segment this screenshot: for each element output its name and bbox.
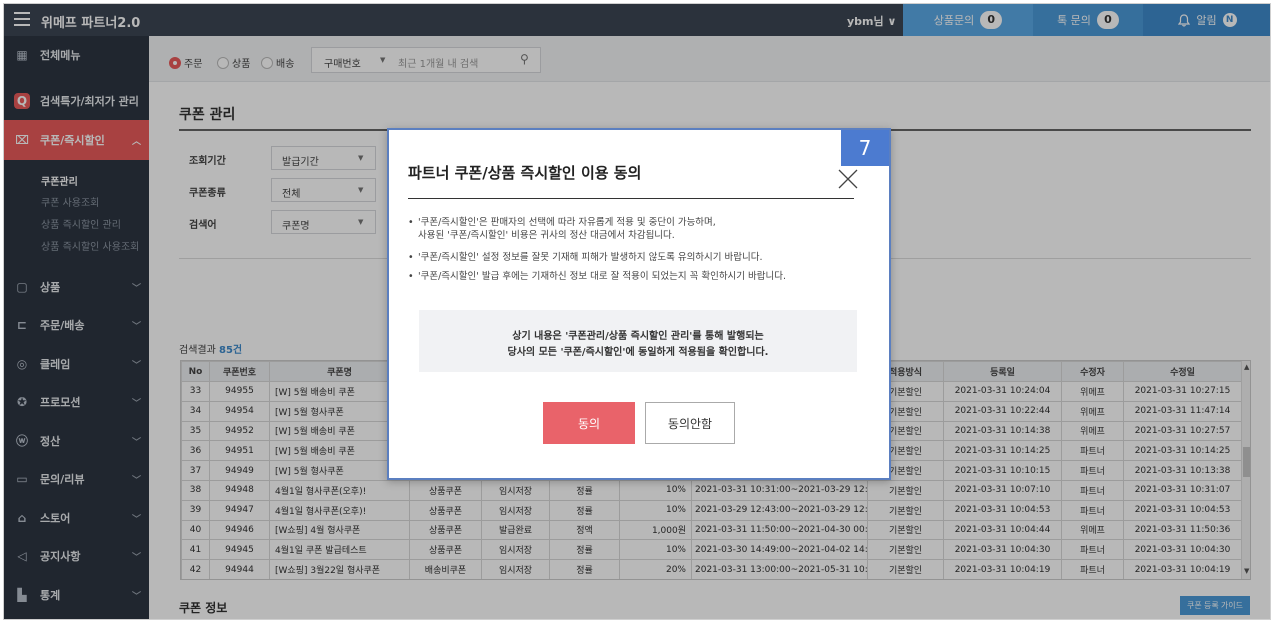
modal-divider: [408, 198, 854, 199]
bullet-text: '쿠폰/즉시할인' 설정 정보를 잘못 기재해 피해가 발생하지 않도록 유의하…: [418, 252, 763, 263]
agree-button[interactable]: 동의: [543, 402, 635, 444]
disagree-button[interactable]: 동의안함: [645, 402, 735, 444]
confirmation-line: 상기 내용은 '쿠폰관리/상품 즉시할인 관리'를 통해 발행되는: [512, 331, 764, 342]
step-badge: 7: [841, 130, 889, 166]
bullet-text: '쿠폰/즉시할인'은 판매자의 선택에 따라 자유롭게 적용 및 중단이 가능하…: [418, 217, 716, 228]
app-frame: 위메프 파트너2.0 ybm님 ∨ 상품문의 0 톡 문의 0 알림 N ▦ 전…: [3, 3, 1271, 620]
bullet-icon: •: [408, 271, 414, 282]
confirmation-line: 당사의 모든 '쿠폰/즉시할인'에 동일하게 적용됨을 확인합니다.: [507, 347, 769, 358]
bullet-icon: •: [408, 217, 414, 228]
agreement-modal: 7 파트너 쿠폰/상품 즉시할인 이용 동의 • '쿠폰/즉시할인'은 판매자의…: [387, 128, 891, 480]
confirmation-box: 상기 내용은 '쿠폰관리/상품 즉시할인 관리'를 통해 발행되는 당사의 모든…: [419, 310, 857, 372]
bullet-icon: •: [408, 252, 414, 263]
modal-title: 파트너 쿠폰/상품 즉시할인 이용 동의: [408, 164, 642, 182]
close-icon[interactable]: [837, 168, 859, 190]
bullet-text: '쿠폰/즉시할인' 발급 후에는 기재하신 정보 대로 잘 적용이 되었는지 꼭…: [418, 271, 787, 282]
bullet-text: 사용된 '쿠폰/즉시할인' 비용은 귀사의 정산 대금에서 차감됩니다.: [418, 230, 675, 241]
